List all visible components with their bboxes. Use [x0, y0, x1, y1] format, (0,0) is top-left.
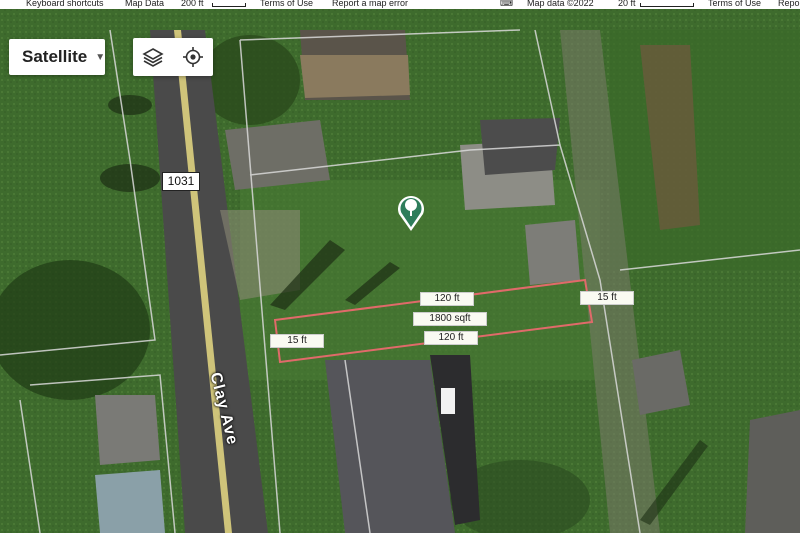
keyboard-icon: ⌨ [500, 0, 513, 8]
map-controls [133, 38, 213, 76]
map-type-label: Satellite [22, 47, 88, 66]
map-data-link[interactable]: Map Data [125, 0, 164, 8]
layers-icon [142, 48, 164, 67]
layers-button[interactable] [133, 38, 173, 76]
terms-link[interactable]: Terms of Use [260, 0, 313, 8]
scale-bar [212, 3, 246, 7]
route-shield: 1031 [162, 172, 200, 191]
report-link-2[interactable]: Repo [778, 0, 800, 8]
caret-down-icon: ▼ [95, 51, 106, 63]
scale-bar-2 [640, 3, 694, 7]
my-location-button[interactable] [173, 38, 213, 76]
scale-label-2: 20 ft [618, 0, 636, 8]
tree-marker-pin[interactable] [396, 192, 426, 232]
satellite-map[interactable] [0, 0, 800, 533]
parcel-right-width-label: 15 ft [580, 291, 634, 305]
parcel-top-length-label: 120 ft [420, 292, 474, 306]
parcel-bottom-length-label: 120 ft [424, 331, 478, 345]
attribution-bar: Keyboard shortcuts Map Data 200 ft Terms… [0, 0, 800, 9]
terms-link-2[interactable]: Terms of Use [708, 0, 761, 8]
map-data-link-2[interactable]: Map data ©2022 [527, 0, 594, 8]
scale-label: 200 ft [181, 0, 204, 8]
parcel-area-label: 1800 sqft [413, 312, 487, 326]
report-map-error-link[interactable]: Report a map error [332, 0, 408, 8]
map-type-dropdown[interactable]: Satellite ▼ [9, 39, 105, 75]
keyboard-shortcuts-link[interactable]: Keyboard shortcuts [26, 0, 104, 8]
my-location-icon [183, 47, 203, 67]
parcel-left-width-label: 15 ft [270, 334, 324, 348]
